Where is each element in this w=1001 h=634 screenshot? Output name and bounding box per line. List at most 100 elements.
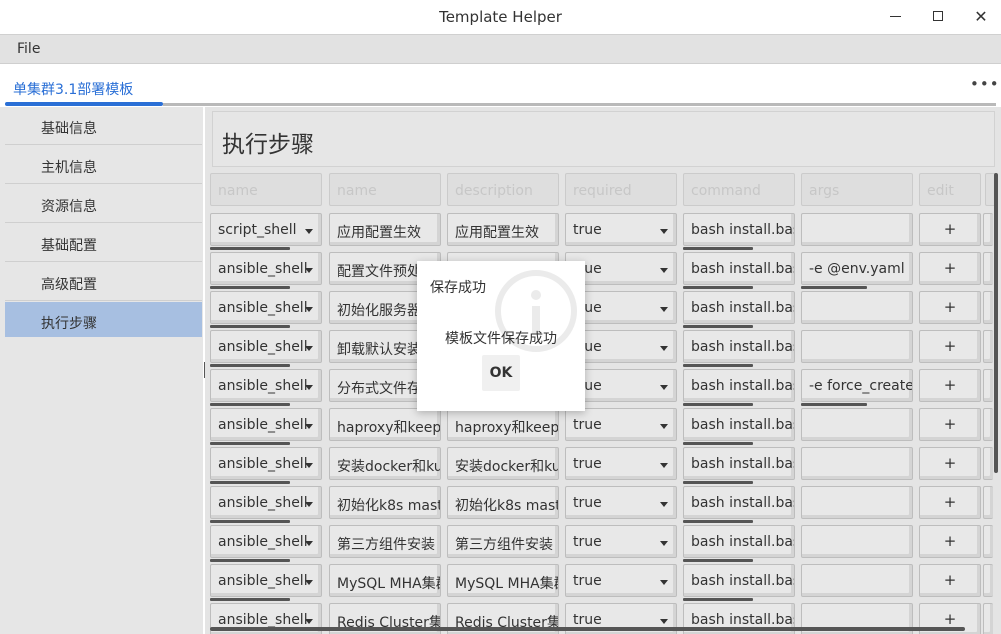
name-field[interactable]: 第三方组件安装 — [329, 525, 441, 558]
cell-text: 第三方组件安装 — [455, 537, 553, 553]
add-step-button[interactable]: + — [919, 369, 981, 402]
add-step-button[interactable]: + — [919, 213, 981, 246]
type-select[interactable]: ansible_shell — [210, 447, 322, 480]
required-select[interactable]: true — [565, 213, 677, 246]
add-step-button[interactable]: + — [919, 408, 981, 441]
type-select[interactable]: ansible_shell — [210, 330, 322, 363]
name-field[interactable]: haproxy和keepalived — [329, 408, 441, 441]
required-select[interactable]: true — [565, 486, 677, 519]
args-field[interactable] — [801, 564, 913, 597]
args-field[interactable] — [801, 447, 913, 480]
row-overflow-cell — [983, 291, 993, 324]
cell-text: ansible_shell — [218, 300, 308, 316]
cell-text: ansible_shell — [218, 261, 308, 277]
command-field[interactable]: bash install.bash — [683, 369, 795, 402]
description-field[interactable]: 应用配置生效 — [447, 213, 559, 246]
column-header-label: required — [573, 183, 632, 199]
description-field[interactable]: 第三方组件安装 — [447, 525, 559, 558]
name-field[interactable]: 应用配置生效 — [329, 213, 441, 246]
add-step-button[interactable]: + — [919, 447, 981, 480]
tab-template[interactable]: 单集群3.1部署模板 — [13, 79, 133, 99]
cell-text: ansible_shell — [218, 339, 308, 355]
type-select[interactable]: ansible_shell — [210, 291, 322, 324]
cell-text: haproxy和keepalived — [455, 420, 559, 436]
command-field[interactable]: bash install.bash — [683, 447, 795, 480]
args-field[interactable] — [801, 213, 913, 246]
command-field[interactable]: bash install.bash — [683, 252, 795, 285]
chevron-down-icon — [660, 463, 668, 468]
cell-text: 应用配置生效 — [337, 225, 421, 241]
command-field[interactable]: bash install.bash — [683, 213, 795, 246]
tab-strip-divider — [163, 103, 996, 106]
type-select[interactable]: ansible_shell — [210, 369, 322, 402]
args-field[interactable]: -e force_create_y — [801, 369, 913, 402]
sidebar-item-basic-info[interactable]: 基础信息 — [5, 107, 202, 145]
type-select[interactable]: ansible_shell — [210, 252, 322, 285]
more-options-icon[interactable]: ••• — [970, 75, 1000, 93]
command-field[interactable]: bash install.bash — [683, 408, 795, 441]
cell-text: script_shell — [218, 222, 297, 238]
cell-text: 安装docker和kubernetes — [337, 459, 440, 475]
sidebar-item-advanced-config[interactable]: 高级配置 — [5, 263, 202, 301]
row-overflow-cell — [983, 603, 993, 634]
chevron-down-icon — [305, 463, 313, 468]
page-title-box: 执行步骤 — [212, 111, 995, 167]
args-field[interactable] — [801, 291, 913, 324]
ok-button[interactable]: OK — [482, 355, 520, 391]
command-field[interactable]: bash install.bash — [683, 330, 795, 363]
sidebar-item-exec-steps[interactable]: 执行步骤 — [5, 302, 202, 337]
add-step-button[interactable]: + — [919, 330, 981, 363]
sidebar-item-host-info[interactable]: 主机信息 — [5, 146, 202, 184]
cell-text: 卸载默认安装 — [337, 342, 421, 358]
cell-text: 初始化k8s master — [337, 498, 440, 514]
chevron-down-icon — [660, 385, 668, 390]
name-field[interactable]: MySQL MHA集群 — [329, 564, 441, 597]
args-field[interactable] — [801, 330, 913, 363]
add-step-button[interactable]: + — [919, 525, 981, 558]
required-select[interactable]: true — [565, 447, 677, 480]
sidebar-item-basic-config[interactable]: 基础配置 — [5, 224, 202, 262]
args-field[interactable] — [801, 408, 913, 441]
command-field[interactable]: bash install.bash — [683, 291, 795, 324]
name-field[interactable]: 初始化k8s master — [329, 486, 441, 519]
add-step-button[interactable]: + — [919, 252, 981, 285]
sidebar-item-resource-info[interactable]: 资源信息 — [5, 185, 202, 223]
vertical-scrollbar[interactable] — [994, 173, 998, 473]
type-select[interactable]: ansible_shell — [210, 525, 322, 558]
chevron-down-icon — [305, 580, 313, 585]
required-select[interactable]: true — [565, 564, 677, 597]
required-select[interactable]: true — [565, 525, 677, 558]
required-select[interactable]: true — [565, 408, 677, 441]
description-field[interactable]: 初始化k8s master — [447, 486, 559, 519]
column-header-name: name — [329, 173, 441, 206]
chevron-down-icon — [305, 502, 313, 507]
type-select[interactable]: script_shell — [210, 213, 322, 246]
close-button[interactable]: ✕ — [966, 4, 996, 28]
minimize-button[interactable] — [880, 4, 910, 28]
maximize-button[interactable] — [923, 4, 953, 28]
add-step-button[interactable]: + — [919, 486, 981, 519]
command-field[interactable]: bash install.bash — [683, 486, 795, 519]
description-field[interactable]: 安装docker和kubernetes — [447, 447, 559, 480]
args-field[interactable] — [801, 486, 913, 519]
menu-file[interactable]: File — [17, 41, 40, 57]
add-step-button[interactable]: + — [919, 564, 981, 597]
cell-text: ansible_shell — [218, 573, 308, 589]
cell-text: haproxy和keepalived — [337, 420, 441, 436]
type-select[interactable]: ansible_shell — [210, 564, 322, 597]
name-field[interactable]: 安装docker和kubernetes — [329, 447, 441, 480]
description-field[interactable]: MySQL MHA集群 — [447, 564, 559, 597]
type-select[interactable]: ansible_shell — [210, 408, 322, 441]
cell-text: + — [943, 610, 957, 628]
command-field[interactable]: bash install.bash — [683, 525, 795, 558]
column-header-args: args — [801, 173, 913, 206]
type-select[interactable]: ansible_shell — [210, 486, 322, 519]
args-field[interactable] — [801, 525, 913, 558]
command-field[interactable]: bash install.bash — [683, 564, 795, 597]
description-field[interactable]: haproxy和keepalived — [447, 408, 559, 441]
horizontal-scrollbar[interactable] — [210, 627, 965, 631]
args-field[interactable]: -e @env.yaml — [801, 252, 913, 285]
add-step-button[interactable]: + — [919, 291, 981, 324]
cell-text: bash install.bash — [691, 222, 794, 238]
cell-text: ansible_shell — [218, 456, 308, 472]
